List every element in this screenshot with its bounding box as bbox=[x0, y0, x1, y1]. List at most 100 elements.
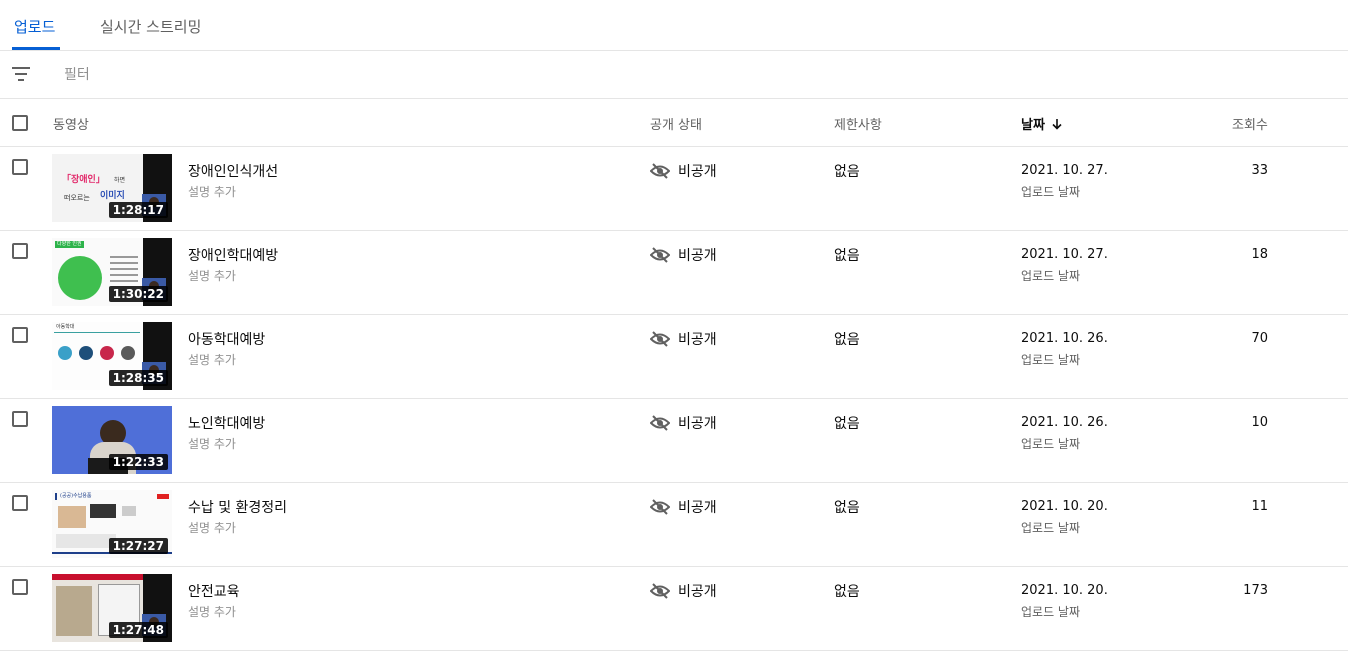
view-count: 70 bbox=[1251, 331, 1268, 346]
thumb-caption: 다양한 인권 bbox=[55, 241, 84, 248]
select-all-checkbox[interactable] bbox=[12, 115, 28, 131]
visibility-label: 비공개 bbox=[678, 416, 717, 432]
video-description: 설명 추가 bbox=[188, 269, 236, 283]
visibility-off-icon bbox=[649, 247, 671, 263]
video-thumbnail[interactable]: 1:22:33 bbox=[52, 406, 172, 474]
visibility-label: 비공개 bbox=[678, 332, 717, 348]
thumb-divider bbox=[54, 332, 140, 333]
upload-date-label: 업로드 날짜 bbox=[1021, 521, 1081, 535]
row-checkbox[interactable] bbox=[12, 243, 28, 259]
filter-input[interactable] bbox=[58, 63, 570, 87]
thumb-text-lines bbox=[110, 256, 138, 258]
video-description: 설명 추가 bbox=[188, 605, 236, 619]
view-count: 18 bbox=[1251, 247, 1268, 262]
table-row[interactable]: 1:22:33 노인학대예방 설명 추가 비공개 없음 2021. 10. 26… bbox=[0, 399, 1348, 483]
upload-date: 2021. 10. 20. bbox=[1021, 583, 1108, 598]
table-row[interactable]: 아동학대 1:28:35 아동학대예방 설명 추가 비공개 없음 2021. 1… bbox=[0, 315, 1348, 399]
thumb-graphic bbox=[79, 346, 93, 360]
video-title[interactable]: 장애인학대예방 bbox=[188, 245, 278, 265]
visibility-label: 비공개 bbox=[678, 248, 717, 264]
table-header: 동영상 공개 상태 제한사항 날짜 조회수 bbox=[0, 99, 1348, 147]
video-title[interactable]: 장애인인식개선 bbox=[188, 161, 278, 181]
visibility-status[interactable]: 비공개 bbox=[649, 161, 717, 181]
restrictions-value: 없음 bbox=[834, 164, 860, 180]
visibility-off-icon bbox=[649, 415, 671, 431]
upload-date-label: 업로드 날짜 bbox=[1021, 353, 1081, 367]
table-row[interactable]: 다양한 인권 1:30:22 장애인학대예방 설명 추가 비공개 없음 2021… bbox=[0, 231, 1348, 315]
active-tab-indicator bbox=[12, 47, 60, 50]
thumb-caption: 하면 bbox=[114, 177, 126, 184]
visibility-status[interactable]: 비공개 bbox=[649, 245, 717, 265]
upload-date: 2021. 10. 26. bbox=[1021, 415, 1108, 430]
restrictions-value: 없음 bbox=[834, 332, 860, 348]
upload-date: 2021. 10. 26. bbox=[1021, 331, 1108, 346]
thumb-photo bbox=[58, 506, 86, 528]
video-title[interactable]: 수납 및 환경정리 bbox=[188, 497, 287, 517]
thumb-accent-bar bbox=[55, 493, 57, 500]
duration-badge: 1:27:48 bbox=[108, 622, 168, 638]
visibility-status[interactable]: 비공개 bbox=[649, 581, 717, 601]
view-count: 33 bbox=[1251, 163, 1268, 178]
upload-date-label: 업로드 날짜 bbox=[1021, 185, 1081, 199]
tab-uploads[interactable]: 업로드 bbox=[14, 16, 55, 37]
row-checkbox[interactable] bbox=[12, 579, 28, 595]
video-thumbnail[interactable]: (공공)수납용품 1:27:27 bbox=[52, 490, 172, 558]
video-thumbnail[interactable]: 아동학대 1:28:35 bbox=[52, 322, 172, 390]
upload-date-label: 업로드 날짜 bbox=[1021, 605, 1081, 619]
restrictions-value: 없음 bbox=[834, 248, 860, 264]
duration-badge: 1:28:17 bbox=[108, 202, 168, 218]
upload-date: 2021. 10. 27. bbox=[1021, 163, 1108, 178]
visibility-label: 비공개 bbox=[678, 164, 717, 180]
restrictions-value: 없음 bbox=[834, 500, 860, 516]
thumb-photo bbox=[56, 586, 92, 636]
duration-badge: 1:27:27 bbox=[108, 538, 168, 554]
thumb-graphic bbox=[58, 256, 102, 300]
filter-icon[interactable] bbox=[12, 67, 30, 81]
column-header-date[interactable]: 날짜 bbox=[1021, 114, 1063, 133]
row-checkbox[interactable] bbox=[12, 411, 28, 427]
video-title[interactable]: 노인학대예방 bbox=[188, 413, 265, 433]
video-title[interactable]: 안전교육 bbox=[188, 581, 240, 601]
duration-badge: 1:22:33 bbox=[108, 454, 168, 470]
column-header-video: 동영상 bbox=[53, 118, 89, 133]
column-header-views[interactable]: 조회수 bbox=[1232, 114, 1268, 133]
thumb-photo bbox=[122, 506, 136, 516]
view-count: 11 bbox=[1251, 499, 1268, 514]
video-description: 설명 추가 bbox=[188, 437, 236, 451]
visibility-label: 비공개 bbox=[678, 500, 717, 516]
visibility-off-icon bbox=[649, 583, 671, 599]
table-row[interactable]: 1:27:48 안전교육 설명 추가 비공개 없음 2021. 10. 20. … bbox=[0, 567, 1348, 651]
video-thumbnail[interactable]: 1:27:48 bbox=[52, 574, 172, 642]
view-count: 10 bbox=[1251, 415, 1268, 430]
thumb-photo bbox=[90, 504, 116, 518]
thumb-caption: 아동학대 bbox=[56, 324, 75, 330]
visibility-status[interactable]: 비공개 bbox=[649, 497, 717, 517]
thumb-graphic bbox=[100, 346, 114, 360]
table-row[interactable]: (공공)수납용품 1:27:27 수납 및 환경정리 설명 추가 비공개 없음 … bbox=[0, 483, 1348, 567]
video-thumbnail[interactable]: 다양한 인권 1:30:22 bbox=[52, 238, 172, 306]
video-thumbnail[interactable]: 「장애인」 하면 떠오르는 이미지 1:28:17 bbox=[52, 154, 172, 222]
thumb-graphic bbox=[121, 346, 135, 360]
tab-bar: 업로드 실시간 스트리밍 bbox=[0, 0, 1348, 51]
restrictions-value: 없음 bbox=[834, 584, 860, 600]
video-description: 설명 추가 bbox=[188, 353, 236, 367]
column-header-date-label: 날짜 bbox=[1021, 118, 1045, 133]
row-checkbox[interactable] bbox=[12, 495, 28, 511]
row-checkbox[interactable] bbox=[12, 159, 28, 175]
video-description: 설명 추가 bbox=[188, 185, 236, 199]
thumb-caption: 떠오르는 bbox=[64, 194, 90, 202]
tab-live-streaming[interactable]: 실시간 스트리밍 bbox=[100, 16, 201, 37]
video-description: 설명 추가 bbox=[188, 521, 236, 535]
upload-date-label: 업로드 날짜 bbox=[1021, 269, 1081, 283]
visibility-status[interactable]: 비공개 bbox=[649, 329, 717, 349]
restrictions-value: 없음 bbox=[834, 416, 860, 432]
filter-bar bbox=[0, 51, 1348, 99]
row-checkbox[interactable] bbox=[12, 327, 28, 343]
table-row[interactable]: 「장애인」 하면 떠오르는 이미지 1:28:17 장애인인식개선 설명 추가 … bbox=[0, 147, 1348, 231]
thumb-caption: 「장애인」 bbox=[62, 175, 105, 185]
thumb-caption: (공공)수납용품 bbox=[60, 493, 92, 499]
video-title[interactable]: 아동학대예방 bbox=[188, 329, 265, 349]
visibility-status[interactable]: 비공개 bbox=[649, 413, 717, 433]
duration-badge: 1:30:22 bbox=[108, 286, 168, 302]
upload-date: 2021. 10. 27. bbox=[1021, 247, 1108, 262]
